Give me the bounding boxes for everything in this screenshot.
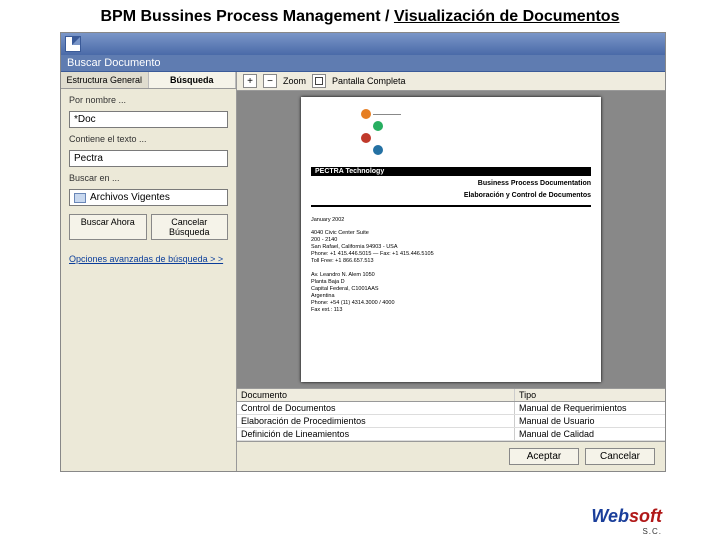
tab-search[interactable]: Búsqueda <box>149 72 237 88</box>
by-name-value: *Doc <box>74 114 96 125</box>
app-window: Buscar Documento Estructura General Búsq… <box>60 32 666 472</box>
panel-tabs: Estructura General Búsqueda <box>61 72 236 89</box>
brand-sub: S.C. <box>591 527 662 536</box>
scope-select[interactable]: Archivos Vigentes <box>69 189 228 206</box>
titlebar <box>61 33 665 55</box>
cell-tipo: Manual de Calidad <box>515 428 665 440</box>
folder-icon <box>74 193 86 203</box>
company-bar: PECTRA Technology <box>311 167 591 176</box>
divider <box>311 205 591 207</box>
cancel-button[interactable]: Cancelar <box>585 448 655 465</box>
slide-title-underlined: Visualización de Documentos <box>394 8 620 25</box>
window-header: Buscar Documento <box>61 55 665 72</box>
doc-heading2: Elaboración y Control de Documentos <box>311 192 591 200</box>
tab-structure[interactable]: Estructura General <box>61 72 149 88</box>
slide-title-plain: BPM Bussines Process Management / <box>101 8 394 25</box>
address-block-2: Av. Leandro N. Alem 1050 Planta Baja D C… <box>311 272 591 315</box>
preview-toolbar: Zoom Pantalla Completa <box>237 72 665 91</box>
brand-soft: soft <box>629 506 662 526</box>
accept-button[interactable]: Aceptar <box>509 448 579 465</box>
grid-header: Documento Tipo <box>237 389 665 402</box>
cell-doc: Control de Documentos <box>237 402 515 414</box>
company-logo <box>361 109 401 155</box>
preview-panel: Zoom Pantalla Completa PECTRA Technology… <box>237 72 665 471</box>
scope-value: Archivos Vigentes <box>90 192 170 203</box>
zoom-in-icon[interactable] <box>243 74 257 88</box>
advanced-options-link[interactable]: Opciones avanzadas de búsqueda > > <box>69 254 228 264</box>
slide-title: BPM Bussines Process Management / Visual… <box>0 0 720 32</box>
dialog-buttons: Aceptar Cancelar <box>237 441 665 471</box>
results-grid: Documento Tipo Control de Documentos Man… <box>237 388 665 441</box>
cell-doc: Elaboración de Procedimientos <box>237 415 515 427</box>
doc-heading1: Business Process Documentation <box>311 180 591 188</box>
contains-value: Pectra <box>74 153 103 164</box>
brand-logo: Websoft S.C. <box>591 506 662 536</box>
doc-month: January 2002 <box>311 217 591 224</box>
preview-page: PECTRA Technology Business Process Docum… <box>301 97 601 382</box>
fullscreen-icon[interactable] <box>312 74 326 88</box>
brand-web: Web <box>591 506 629 526</box>
cell-tipo: Manual de Usuario <box>515 415 665 427</box>
contains-label: Contiene el texto ... <box>69 134 228 144</box>
document-icon <box>65 36 81 52</box>
grid-row[interactable]: Elaboración de Procedimientos Manual de … <box>237 415 665 428</box>
zoom-label: Zoom <box>283 76 306 86</box>
grid-row[interactable]: Control de Documentos Manual de Requerim… <box>237 402 665 415</box>
grid-row[interactable]: Definición de Lineamientos Manual de Cal… <box>237 428 665 441</box>
fullscreen-label: Pantalla Completa <box>332 76 406 86</box>
address-block-1: 4040 Civic Center Suite 200 - 2140 San R… <box>311 230 591 266</box>
cancel-search-button[interactable]: Cancelar Búsqueda <box>151 214 229 240</box>
col-tipo[interactable]: Tipo <box>515 389 665 401</box>
cell-doc: Definición de Lineamientos <box>237 428 515 440</box>
cell-tipo: Manual de Requerimientos <box>515 402 665 414</box>
by-name-input[interactable]: *Doc <box>69 111 228 128</box>
document-preview: PECTRA Technology Business Process Docum… <box>237 91 665 388</box>
contains-input[interactable]: Pectra <box>69 150 228 167</box>
search-panel: Estructura General Búsqueda Por nombre .… <box>61 72 237 471</box>
zoom-out-icon[interactable] <box>263 74 277 88</box>
scope-label: Buscar en ... <box>69 173 228 183</box>
search-now-button[interactable]: Buscar Ahora <box>69 214 147 240</box>
col-documento[interactable]: Documento <box>237 389 515 401</box>
by-name-label: Por nombre ... <box>69 95 228 105</box>
